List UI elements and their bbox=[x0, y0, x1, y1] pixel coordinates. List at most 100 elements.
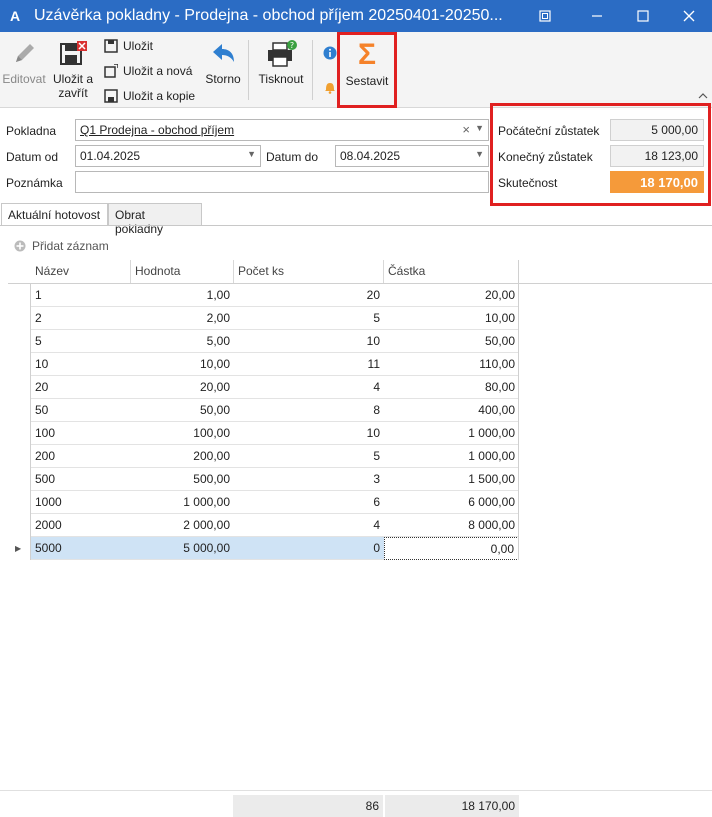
cell-count[interactable]: 10 bbox=[234, 330, 384, 353]
cell-count[interactable]: 5 bbox=[234, 445, 384, 468]
col-header-count[interactable]: Počet ks bbox=[234, 260, 384, 283]
cell-amount[interactable]: 50,00 bbox=[384, 330, 519, 353]
settings-icon[interactable] bbox=[522, 0, 568, 32]
chevron-down-icon[interactable]: ▼ bbox=[475, 123, 484, 133]
close-icon[interactable] bbox=[666, 0, 712, 32]
cell-amount[interactable]: 400,00 bbox=[384, 399, 519, 422]
table-row[interactable]: 20 20,00 4 80,00 bbox=[8, 376, 712, 399]
minimize-icon[interactable] bbox=[574, 0, 620, 32]
table-row[interactable]: 500 500,00 3 1 500,00 bbox=[8, 468, 712, 491]
cell-name[interactable]: 2000 bbox=[31, 514, 131, 537]
cell-name[interactable]: 5 bbox=[31, 330, 131, 353]
cell-count[interactable]: 0 bbox=[234, 537, 384, 560]
edit-button[interactable]: Editovat bbox=[2, 40, 46, 86]
cell-value[interactable]: 10,00 bbox=[131, 353, 234, 376]
pokladna-select[interactable]: Q1 Prodejna - obchod příjem × ▼ bbox=[75, 119, 489, 141]
table-row[interactable]: 10 10,00 11 110,00 bbox=[8, 353, 712, 376]
datum-do-label: Datum do bbox=[266, 150, 319, 164]
save-button[interactable]: Uložit bbox=[104, 39, 153, 53]
print-button[interactable]: ? Tisknout bbox=[255, 40, 307, 86]
tab-cash-turnover[interactable]: Obrat pokladny bbox=[108, 203, 202, 236]
cell-value[interactable]: 1,00 bbox=[131, 284, 234, 307]
datum-od-field[interactable]: 01.04.2025 ▼ bbox=[75, 145, 261, 167]
cell-amount[interactable]: 1 000,00 bbox=[384, 445, 519, 468]
cell-name[interactable]: 2 bbox=[31, 307, 131, 330]
table-row[interactable]: 1 1,00 20 20,00 bbox=[8, 284, 712, 307]
cell-amount[interactable]: 0,00 bbox=[384, 537, 519, 560]
cell-count[interactable]: 10 bbox=[234, 422, 384, 445]
row-indicator-icon: ▶ bbox=[15, 544, 22, 553]
table-row[interactable]: 5000 5 000,00 0 0,00 bbox=[8, 537, 712, 560]
cell-name[interactable]: 200 bbox=[31, 445, 131, 468]
save-new-button[interactable]: Uložit a nová bbox=[104, 64, 192, 78]
cell-count[interactable]: 11 bbox=[234, 353, 384, 376]
cell-value[interactable]: 100,00 bbox=[131, 422, 234, 445]
cell-count[interactable]: 6 bbox=[234, 491, 384, 514]
cell-value[interactable]: 50,00 bbox=[131, 399, 234, 422]
col-header-name[interactable]: Název bbox=[31, 260, 131, 283]
cell-name[interactable]: 20 bbox=[31, 376, 131, 399]
cell-amount[interactable]: 6 000,00 bbox=[384, 491, 519, 514]
cell-count[interactable]: 20 bbox=[234, 284, 384, 307]
cell-amount[interactable]: 20,00 bbox=[384, 284, 519, 307]
cell-count[interactable]: 3 bbox=[234, 468, 384, 491]
save-icon bbox=[104, 39, 118, 53]
cell-name[interactable]: 50 bbox=[31, 399, 131, 422]
footer-total: 18 170,00 bbox=[385, 795, 519, 817]
grid-header: Název Hodnota Počet ks Částka bbox=[8, 260, 712, 284]
cell-value[interactable]: 5,00 bbox=[131, 330, 234, 353]
datum-do-field[interactable]: 08.04.2025 ▼ bbox=[335, 145, 489, 167]
cell-amount[interactable]: 1 500,00 bbox=[384, 468, 519, 491]
cell-count[interactable]: 8 bbox=[234, 399, 384, 422]
chevron-down-icon[interactable]: ▼ bbox=[475, 149, 484, 159]
save-copy-button[interactable]: Uložit a kopie bbox=[104, 89, 195, 103]
poznamka-field[interactable] bbox=[75, 171, 489, 193]
col-header-value[interactable]: Hodnota bbox=[131, 260, 234, 283]
cell-value[interactable]: 5 000,00 bbox=[131, 537, 234, 560]
cell-name[interactable]: 10 bbox=[31, 353, 131, 376]
save-copy-icon bbox=[104, 89, 118, 103]
cell-amount[interactable]: 8 000,00 bbox=[384, 514, 519, 537]
cell-name[interactable]: 5000 bbox=[31, 537, 131, 560]
col-header-amount[interactable]: Částka bbox=[384, 260, 519, 283]
cell-value[interactable]: 500,00 bbox=[131, 468, 234, 491]
poznamka-label: Poznámka bbox=[6, 176, 63, 190]
cell-amount[interactable]: 10,00 bbox=[384, 307, 519, 330]
info-icon[interactable] bbox=[323, 46, 337, 60]
table-row[interactable]: 50 50,00 8 400,00 bbox=[8, 399, 712, 422]
cell-amount[interactable]: 80,00 bbox=[384, 376, 519, 399]
datum-od-label: Datum od bbox=[6, 150, 59, 164]
cell-value[interactable]: 2,00 bbox=[131, 307, 234, 330]
cell-count[interactable]: 4 bbox=[234, 376, 384, 399]
table-row[interactable]: 5 5,00 10 50,00 bbox=[8, 330, 712, 353]
compose-highlight bbox=[337, 32, 397, 108]
cell-count[interactable]: 5 bbox=[234, 307, 384, 330]
cell-count[interactable]: 4 bbox=[234, 514, 384, 537]
chevron-down-icon[interactable]: ▼ bbox=[247, 149, 256, 159]
save-close-button[interactable]: Uložit a zavřít bbox=[50, 40, 96, 100]
table-row[interactable]: 2000 2 000,00 4 8 000,00 bbox=[8, 514, 712, 537]
table-row[interactable]: 1000 1 000,00 6 6 000,00 bbox=[8, 491, 712, 514]
svg-text:?: ? bbox=[290, 41, 294, 50]
cell-value[interactable]: 2 000,00 bbox=[131, 514, 234, 537]
cell-value[interactable]: 1 000,00 bbox=[131, 491, 234, 514]
collapse-ribbon-icon[interactable] bbox=[698, 92, 708, 100]
clear-icon[interactable]: × bbox=[462, 122, 470, 137]
cell-value[interactable]: 20,00 bbox=[131, 376, 234, 399]
add-record-button[interactable]: Přidat záznam bbox=[14, 239, 109, 253]
maximize-icon[interactable] bbox=[620, 0, 666, 32]
cell-name[interactable]: 1000 bbox=[31, 491, 131, 514]
cell-amount[interactable]: 1 000,00 bbox=[384, 422, 519, 445]
cell-value[interactable]: 200,00 bbox=[131, 445, 234, 468]
bell-icon[interactable] bbox=[324, 80, 336, 94]
table-row[interactable]: 200 200,00 5 1 000,00 bbox=[8, 445, 712, 468]
table-row[interactable]: 100 100,00 10 1 000,00 bbox=[8, 422, 712, 445]
cell-amount[interactable]: 110,00 bbox=[384, 353, 519, 376]
cell-name[interactable]: 1 bbox=[31, 284, 131, 307]
tab-current-cash[interactable]: Aktuální hotovost bbox=[1, 203, 108, 226]
cancel-button[interactable]: Storno bbox=[203, 40, 243, 86]
cell-name[interactable]: 500 bbox=[31, 468, 131, 491]
pencil-icon bbox=[16, 44, 34, 62]
cell-name[interactable]: 100 bbox=[31, 422, 131, 445]
table-row[interactable]: 2 2,00 5 10,00 bbox=[8, 307, 712, 330]
